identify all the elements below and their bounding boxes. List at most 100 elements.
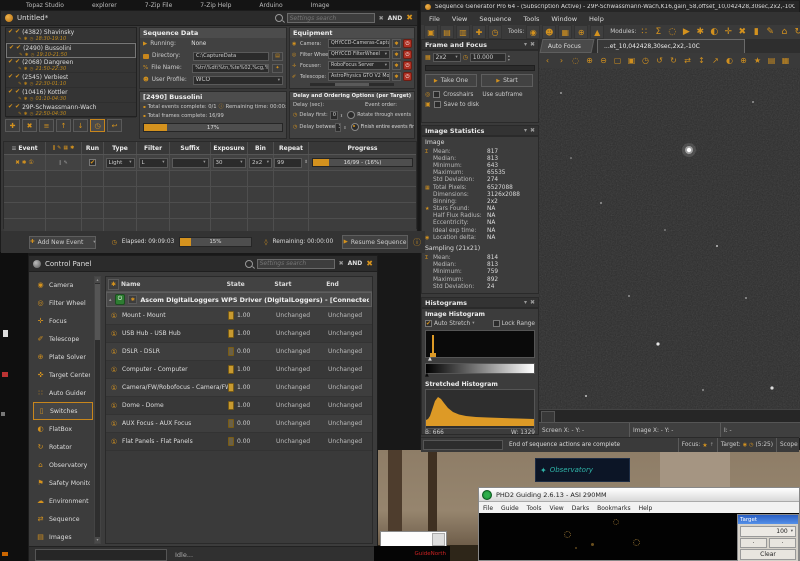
toolbar-icon-button[interactable]: ☻ [542, 25, 556, 39]
filename-key-button[interactable]: ✦ [272, 64, 283, 73]
target-zoom-out-button[interactable]: · [769, 538, 796, 548]
toolbar-icon-button[interactable]: ▣ [424, 25, 438, 39]
run-checkbox[interactable]: ✔ [89, 159, 96, 166]
and-toggle[interactable]: AND [348, 260, 363, 267]
switch-toggle-icon[interactable]: ① [106, 312, 122, 320]
info-icon[interactable]: ⓘ [413, 237, 421, 248]
add-new-event-button[interactable]: ✚ Add New Event ▾ [29, 236, 96, 249]
filter-wheel-select[interactable]: QHYCCD FilterWheel▾ [328, 50, 390, 59]
take-one-button[interactable]: ▶ Take One [425, 74, 477, 87]
image-toolbar-icon[interactable]: ↻ [667, 55, 680, 67]
panel-close-icon[interactable]: ✖ [530, 299, 535, 306]
finish-events-radio[interactable] [351, 123, 359, 131]
target-enabled-icon[interactable]: ✔ [8, 29, 13, 35]
delay-first-input[interactable]: 0 [330, 111, 338, 120]
directory-input[interactable]: C:\CaptureData [193, 52, 269, 61]
switch-group-row[interactable]: ▴ ⏻ ✱ Ascom DigitalLoggers WPS Driver (D… [106, 292, 372, 307]
repeat-spinner[interactable]: 99 [274, 158, 302, 168]
target-edit-icon[interactable]: ✎ [18, 67, 22, 72]
histograms-header[interactable]: Histograms ▾ ✖ [421, 297, 539, 308]
suffix-select[interactable]: ▾ [172, 158, 209, 168]
sidebar-item-rotator[interactable]: ↻Rotator [33, 438, 93, 456]
user-profile-select[interactable]: WCO▾ [193, 76, 283, 85]
sidebar-item-auto-guider[interactable]: ∷Auto Guider [33, 384, 93, 402]
target-enabled-icon[interactable]: ✔ [8, 74, 13, 80]
taskbar-item[interactable]: Arduino [259, 2, 282, 9]
settings-search-input[interactable] [257, 259, 335, 269]
switch-toggle-icon[interactable]: ① [106, 402, 122, 410]
toolbar-icon-button[interactable]: ↻ [792, 26, 800, 38]
close-icon[interactable]: ✖ [406, 14, 413, 22]
image-histogram-plot[interactable] [425, 330, 535, 358]
sidebar-item-sequence[interactable]: ⇄Sequence [33, 510, 93, 528]
target-row[interactable]: ✔ ✔ 29P-Schwassmann-Wach ✎ ✱ ◷ 22:50-04:… [6, 103, 136, 118]
col-name[interactable]: Name [121, 281, 227, 288]
menu-item[interactable]: File [429, 15, 440, 23]
switch-row[interactable]: ① DSLR - DSLR 0.00 Unchanged Unchanged [106, 343, 372, 361]
toolbar-icon-button[interactable]: ✱ [694, 26, 706, 38]
target-enabled-icon[interactable]: ✔ [8, 104, 13, 110]
filter-wheel-connect-button[interactable]: ⏻ [403, 50, 412, 59]
auto-stretch-chevron-icon[interactable]: ▾ [472, 321, 474, 326]
target-enabled-icon[interactable]: ✔ [9, 45, 14, 51]
taskbar-item[interactable]: Topaz Studio [26, 2, 64, 9]
phd2-menu-item[interactable]: Bookmarks [597, 505, 631, 512]
clear-search-icon[interactable]: ✖ [339, 260, 344, 267]
switch-row[interactable]: ① Flat Panels - Flat Panels 0.00 Unchang… [106, 433, 372, 451]
image-toolbar-icon[interactable]: ▦ [779, 55, 792, 67]
phd2-titlebar[interactable]: PHD2 Guiding 2.6.13 - ASI 290MM [479, 488, 799, 502]
filter-wheel-settings-button[interactable]: ✱ [392, 50, 401, 59]
sidebar-item-images[interactable]: ▤Images [33, 528, 93, 546]
exposure-input[interactable]: 10.000 [470, 53, 506, 62]
sidebar-item-telescope[interactable]: ✐Telescope [33, 330, 93, 348]
clear-search-icon[interactable]: ✖ [379, 15, 384, 22]
toolbar-icon-button[interactable]: ▥ [456, 25, 470, 39]
scroll-thumb[interactable] [95, 284, 100, 340]
telescope-select[interactable]: AstroPhysics GTO V2 Moun▾ [328, 72, 390, 81]
sidebar-item-switches[interactable]: ▯Switches [33, 402, 93, 420]
switch-row[interactable]: ① Dome - Dome 1.00 Unchanged Unchanged [106, 397, 372, 415]
image-toolbar-icon[interactable]: ↗ [709, 55, 722, 67]
target-edit-icon[interactable]: ✎ [18, 97, 22, 102]
group-settings-icon[interactable]: ✱ [128, 295, 137, 304]
toolbar-icon-button[interactable]: ◌ [666, 26, 678, 38]
toolbar-icon-button[interactable]: ⊕ [574, 25, 588, 39]
target-schedule-button[interactable]: ◷ [90, 119, 105, 132]
col-end[interactable]: End [326, 281, 372, 288]
filter-select[interactable]: L▾ [139, 158, 168, 168]
use-subframe-label[interactable]: Use subframe [482, 92, 522, 98]
sidebar-item-camera[interactable]: ◉Camera [33, 276, 93, 294]
target-edit-icon[interactable]: ✎ [18, 82, 22, 87]
image-toolbar-icon[interactable]: ▤ [765, 55, 778, 67]
delete-event-icon[interactable]: ✖ [15, 160, 20, 166]
browse-directory-button[interactable]: ▤ [272, 52, 283, 61]
tab-current-image[interactable]: ...et_10,042428,30sec,2x2,-10C [597, 39, 745, 53]
toolbar-icon-button[interactable]: ▶ [680, 26, 692, 38]
switch-row[interactable]: ① Computer - Computer 1.00 Unchanged Unc… [106, 361, 372, 379]
phd2-menu-item[interactable]: Guide [501, 505, 519, 512]
target-row[interactable]: ✔ ✔ (2545) Verbiest ✎ ✱ ◷ 22:30-01:10 [6, 73, 136, 88]
sidebar-item-plate-solver[interactable]: ⊕Plate Solver [33, 348, 93, 366]
phd2-menu-item[interactable]: File [483, 505, 493, 512]
focuser-connect-button[interactable]: ⏻ [403, 61, 412, 70]
switch-toggle-icon[interactable]: ① [106, 438, 122, 446]
toolbar-icon-button[interactable]: ▤ [440, 25, 454, 39]
sidebar-item-filter-wheel[interactable]: ◎Filter Wheel [33, 294, 93, 312]
sequencer-titlebar[interactable]: Untitled* ✖ AND ✖ [1, 11, 417, 26]
black-point-marker[interactable]: ▲ [428, 356, 432, 362]
image-statistics-header[interactable]: Image Statistics ▾ ✖ [421, 125, 539, 136]
target-settings-icon[interactable]: ✱ [24, 37, 28, 42]
phd2-menu-item[interactable]: Help [639, 505, 653, 512]
image-toolbar-icon[interactable]: ⇄ [681, 55, 694, 67]
shadow-marker[interactable]: ▲ [425, 372, 429, 378]
target-edit-icon[interactable]: ✎ [18, 112, 22, 117]
resume-sequence-button[interactable]: ▶ Resume Sequence [342, 235, 408, 249]
switch-row[interactable]: ① USB Hub - USB Hub 1.00 Unchanged Uncha… [106, 325, 372, 343]
toolbar-icon-button[interactable]: ✖ [736, 26, 748, 38]
close-icon[interactable]: ✖ [366, 260, 373, 268]
target-settings-icon[interactable]: ✱ [25, 53, 29, 58]
repeat-spin-icons[interactable]: ⬍ [304, 160, 308, 165]
switch-row[interactable]: ① Camera/FW/Robofocus - Camera/FW/... 1.… [106, 379, 372, 397]
toolbar-icon-button[interactable]: ▮ [750, 26, 762, 38]
control-panel-titlebar[interactable]: Control Panel ✖ AND ✖ [29, 256, 377, 272]
